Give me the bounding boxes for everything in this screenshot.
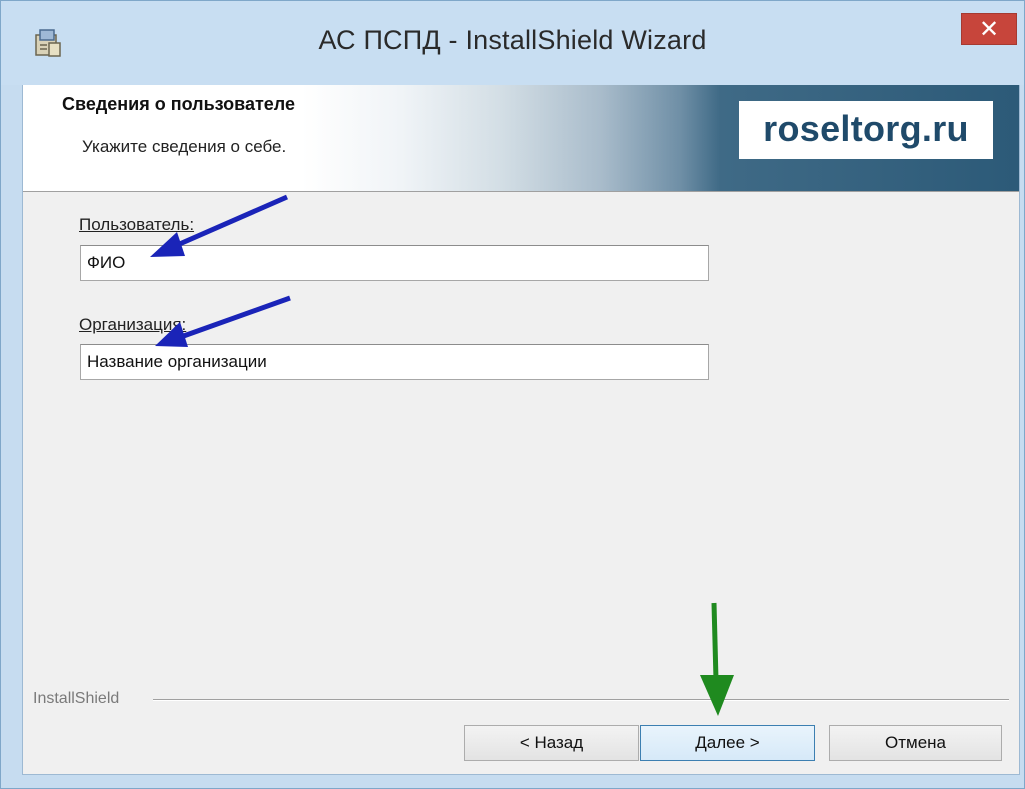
organization-field[interactable]: Название организации bbox=[80, 344, 709, 380]
cancel-button[interactable]: Отмена bbox=[829, 725, 1002, 761]
footer-divider bbox=[153, 699, 1009, 701]
next-button[interactable]: Далее > bbox=[640, 725, 815, 761]
back-button[interactable]: < Назад bbox=[464, 725, 639, 761]
window-title: АС ПСПД - InstallShield Wizard bbox=[318, 25, 707, 55]
page-title: Сведения о пользователе bbox=[62, 94, 295, 114]
close-icon: ✕ bbox=[978, 15, 1000, 43]
organization-label: Организация: bbox=[79, 315, 187, 334]
user-name-field[interactable]: ФИО bbox=[80, 245, 709, 281]
wizard-banner: Сведения о пользователе Укажите сведения… bbox=[23, 85, 1019, 192]
wizard-client-area: Сведения о пользователе Укажите сведения… bbox=[22, 85, 1020, 775]
page-subtitle: Укажите сведения о себе. bbox=[82, 137, 287, 156]
installshield-brand: InstallShield bbox=[33, 690, 120, 707]
user-label: Пользователь: bbox=[79, 215, 195, 234]
close-button[interactable]: ✕ bbox=[961, 13, 1017, 45]
title-bar: АС ПСПД - InstallShield Wizard ✕ bbox=[1, 1, 1024, 85]
brand-logo: roseltorg.ru bbox=[739, 101, 993, 159]
installer-window: АС ПСПД - InstallShield Wizard ✕ Сведени… bbox=[0, 0, 1025, 789]
